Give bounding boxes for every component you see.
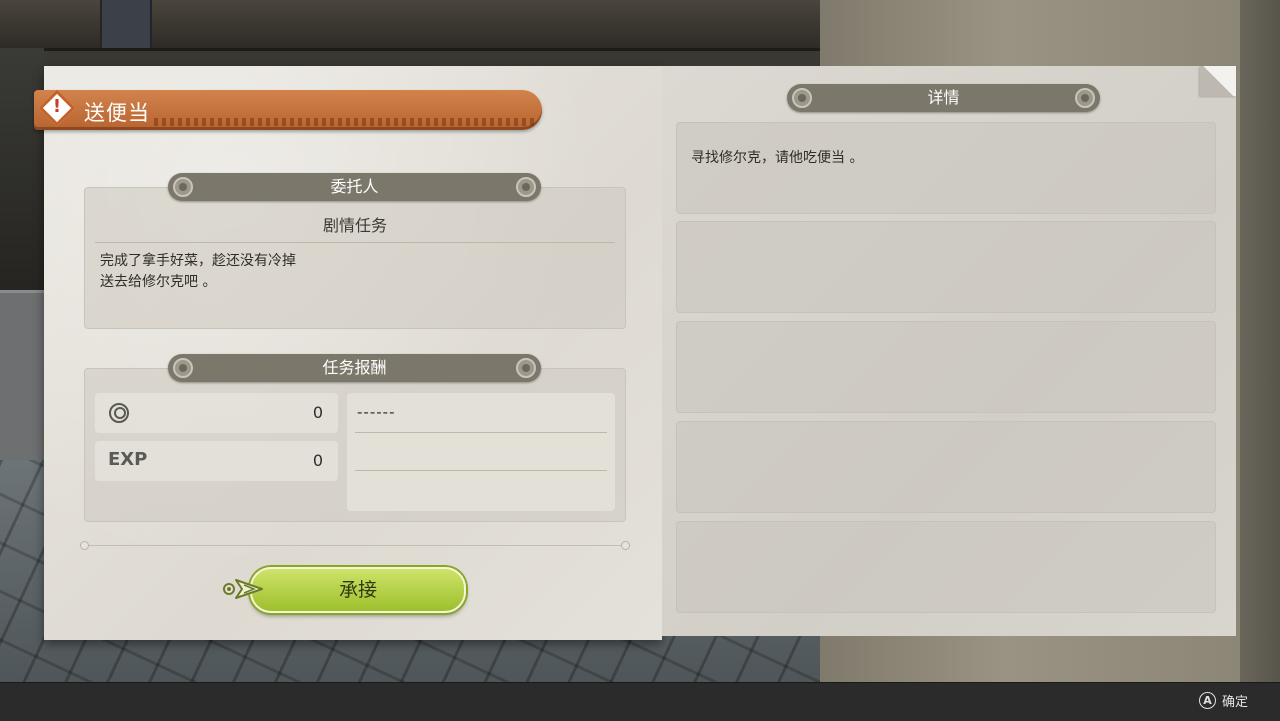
exp-value: 0 <box>312 451 323 470</box>
exp-label: EXP <box>108 449 148 470</box>
page-corner-fold <box>1200 66 1236 96</box>
client-divider <box>95 242 615 243</box>
section-divider <box>80 541 630 550</box>
client-header: 委托人 <box>168 173 541 201</box>
header-ornament-icon <box>792 88 812 108</box>
header-ornament-icon <box>173 177 193 197</box>
detail-row <box>676 321 1216 413</box>
money-value: 0 <box>312 403 323 422</box>
quest-title: 送便当 <box>84 101 150 125</box>
client-name: 剧情任务 <box>322 216 387 235</box>
background-panel-left <box>0 290 44 463</box>
quest-title-banner: 送便当 <box>34 90 542 130</box>
coin-icon <box>109 403 129 423</box>
quest-description: 完成了拿手好菜，趁还没有冷掉 送去给修尔克吧 。 <box>100 251 296 293</box>
detail-row <box>676 221 1216 313</box>
reward-section: 0 EXP 0 ------ <box>84 368 626 522</box>
a-button-icon: A <box>1198 692 1216 709</box>
header-ornament-icon <box>516 177 536 197</box>
money-reward-row: 0 <box>95 393 338 433</box>
item-divider <box>355 432 607 433</box>
details-header-label: 详情 <box>927 88 960 107</box>
reward-header: 任务报酬 <box>168 354 541 382</box>
detail-row <box>676 421 1216 513</box>
pointer-arrow-icon <box>223 579 263 599</box>
header-ornament-icon <box>516 358 536 378</box>
description-line-1: 完成了拿手好菜，趁还没有冷掉 <box>100 253 296 269</box>
detail-row: 寻找修尔克，请他吃便当 。 <box>676 122 1216 214</box>
background-pillar-right <box>1240 0 1280 690</box>
warning-diamond-icon: ! <box>38 89 78 129</box>
item-reward-placeholder: ------ <box>357 403 396 421</box>
background-wall-left <box>0 48 44 308</box>
exp-reward-row: EXP 0 <box>95 441 338 481</box>
detail-row <box>676 521 1216 613</box>
description-line-2: 送去给修尔克吧 。 <box>100 274 217 290</box>
footer-bar: A 确定 <box>0 682 1280 721</box>
details-header: 详情 <box>787 84 1100 112</box>
reward-header-label: 任务报酬 <box>322 358 387 377</box>
background-wood-beam <box>0 0 860 51</box>
client-section: 剧情任务 完成了拿手好菜，趁还没有冷掉 送去给修尔克吧 。 <box>84 187 626 329</box>
header-ornament-icon <box>173 358 193 378</box>
accept-button[interactable]: 承接 <box>250 567 466 613</box>
divider-end-icon <box>80 541 89 550</box>
detail-text: 寻找修尔克，请他吃便当 。 <box>691 150 864 166</box>
quest-panel <box>44 66 662 640</box>
banner-pattern <box>154 118 534 126</box>
item-divider <box>355 470 607 471</box>
item-reward-list: ------ <box>347 393 615 511</box>
divider-end-icon <box>621 541 630 550</box>
client-header-label: 委托人 <box>330 177 379 196</box>
confirm-label: 确定 <box>1221 695 1248 710</box>
confirm-hint[interactable]: A 确定 <box>1198 691 1248 710</box>
header-ornament-icon <box>1075 88 1095 108</box>
